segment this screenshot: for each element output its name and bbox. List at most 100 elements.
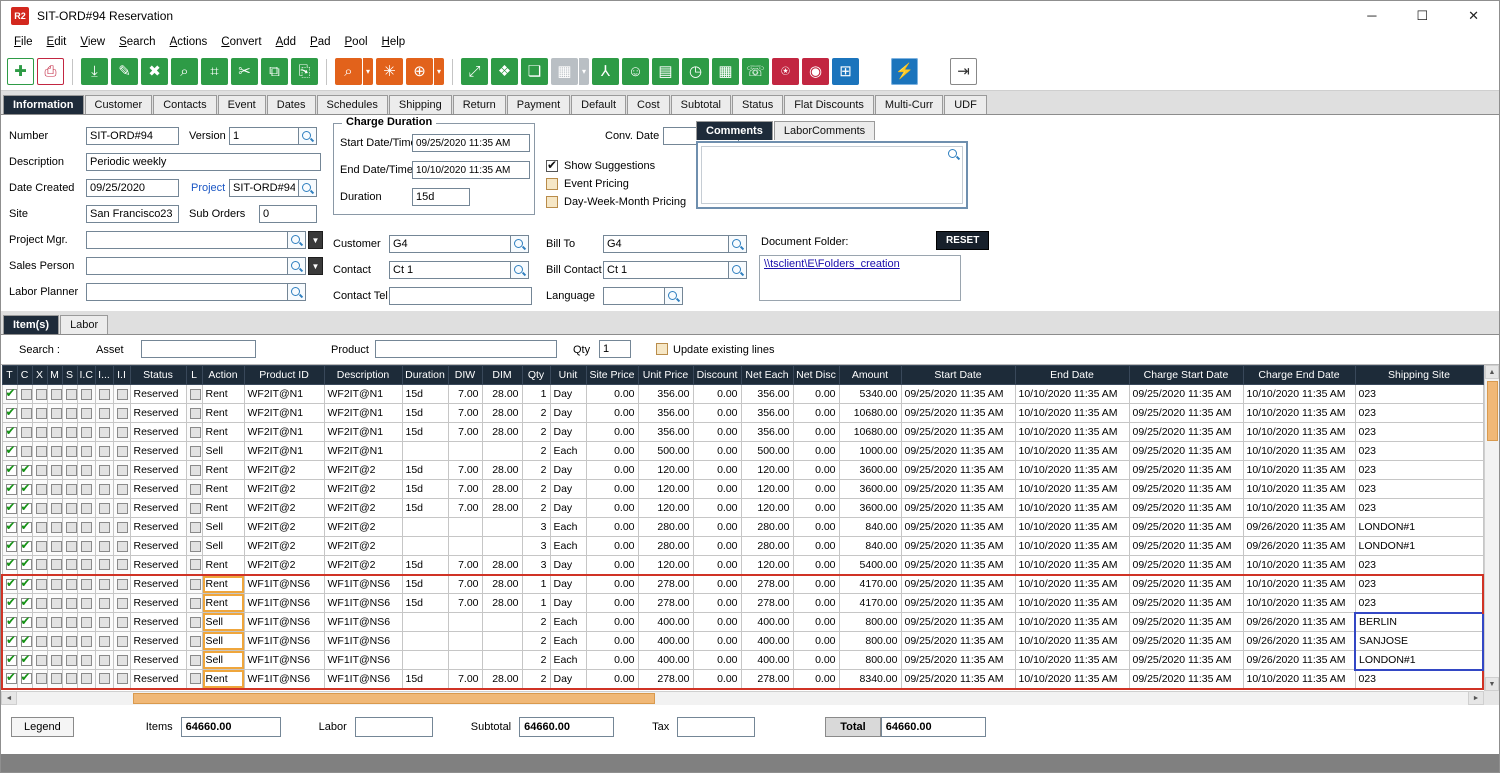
cell-dim[interactable] [482,632,522,651]
cell-diw[interactable] [448,442,482,461]
column-header-s[interactable]: S [62,366,77,385]
row-checkbox-x[interactable] [36,655,47,666]
quick-search-icon[interactable]: ⌕ [335,58,362,85]
cell-product-id[interactable]: WF2IT@2 [244,518,324,537]
cell-duration[interactable] [402,442,448,461]
power-icon[interactable]: ⚡ [891,58,918,85]
cell-charge-start-date[interactable]: 09/25/2020 11:35 AM [1129,613,1243,632]
cell-diw[interactable]: 7.00 [448,461,482,480]
cell-start-date[interactable]: 09/25/2020 11:35 AM [901,461,1015,480]
cell-start-date[interactable]: 09/25/2020 11:35 AM [901,537,1015,556]
cell-site-price[interactable]: 0.00 [586,385,638,404]
row-checkbox-s[interactable] [66,484,77,495]
quick-search-dropdown[interactable]: ▾ [363,58,373,85]
delete-icon[interactable]: ✖ [141,58,168,85]
cell-description[interactable]: WF1IT@NS6 [324,670,402,689]
event-pricing-checkbox[interactable] [546,178,558,190]
row-checkbox-m[interactable] [51,465,62,476]
duration-input[interactable] [412,188,470,206]
cell-status[interactable]: Reserved [130,594,186,613]
substitute-items-icon[interactable]: ✳ [376,58,403,85]
cell-product-id[interactable]: WF2IT@N1 [244,442,324,461]
horizontal-scrollbar[interactable]: ◄ ► [1,691,1499,705]
cell-qty[interactable]: 3 [522,537,550,556]
cell-status[interactable]: Reserved [130,385,186,404]
column-header-unit-price[interactable]: Unit Price [638,366,693,385]
horizontal-scroll-track[interactable] [17,691,1468,705]
paste-icon[interactable]: ⎘ [291,58,318,85]
cell-action[interactable]: Sell [202,613,244,632]
row-checkbox-t[interactable] [6,673,17,684]
row-checkbox-i-i[interactable] [117,541,128,552]
cell-duration[interactable] [402,537,448,556]
cell-status[interactable]: Reserved [130,537,186,556]
cell-charge-end-date[interactable]: 10/10/2020 11:35 AM [1243,385,1355,404]
qty-input[interactable] [599,340,631,358]
tab-item-s[interactable]: Item(s) [3,315,59,334]
cell-site-price[interactable]: 0.00 [586,537,638,556]
cell-charge-end-date[interactable]: 09/26/2020 11:35 AM [1243,632,1355,651]
cell-status[interactable]: Reserved [130,518,186,537]
table-row[interactable]: ReservedSellWF1IT@NS6WF1IT@NS62Each0.004… [2,613,1483,632]
cell-action[interactable]: Sell [202,651,244,670]
table-row[interactable]: ReservedRentWF1IT@NS6WF1IT@NS615d7.0028.… [2,575,1483,594]
row-checkbox-i[interactable] [99,408,110,419]
cell-net-each[interactable]: 356.00 [741,385,793,404]
column-header-diw[interactable]: DIW [448,366,482,385]
row-checkbox-s[interactable] [66,389,77,400]
cell-end-date[interactable]: 10/10/2020 11:35 AM [1015,556,1129,575]
cell-discount[interactable]: 0.00 [693,499,741,518]
scroll-up-icon[interactable]: ▲ [1485,365,1499,379]
row-checkbox-m[interactable] [51,617,62,628]
menu-item-pool[interactable]: Pool [338,34,375,50]
row-checkbox-i-i[interactable] [117,673,128,684]
cell-shipping-site[interactable]: LONDON#1 [1355,651,1483,670]
row-checkbox-l[interactable] [190,617,201,628]
cell-qty[interactable]: 2 [522,442,550,461]
row-checkbox-s[interactable] [66,446,77,457]
cell-discount[interactable]: 0.00 [693,575,741,594]
cell-duration[interactable]: 15d [402,385,448,404]
cell-dim[interactable]: 28.00 [482,385,522,404]
row-checkbox-c[interactable] [21,427,32,438]
cell-action[interactable]: Rent [202,423,244,442]
cell-start-date[interactable]: 09/25/2020 11:35 AM [901,404,1015,423]
column-header-m[interactable]: M [47,366,62,385]
row-checkbox-i[interactable] [99,559,110,570]
cell-dim[interactable] [482,442,522,461]
cell-start-date[interactable]: 09/25/2020 11:35 AM [901,499,1015,518]
cell-product-id[interactable]: WF2IT@N1 [244,385,324,404]
row-checkbox-s[interactable] [66,673,77,684]
cell-start-date[interactable]: 09/25/2020 11:35 AM [901,423,1015,442]
row-checkbox-t[interactable] [6,465,17,476]
column-header-discount[interactable]: Discount [693,366,741,385]
cell-charge-start-date[interactable]: 09/25/2020 11:35 AM [1129,594,1243,613]
cell-duration[interactable] [402,632,448,651]
cell-end-date[interactable]: 10/10/2020 11:35 AM [1015,480,1129,499]
cell-unit[interactable]: Day [550,499,586,518]
cell-start-date[interactable]: 09/25/2020 11:35 AM [901,385,1015,404]
row-checkbox-m[interactable] [51,427,62,438]
cell-status[interactable]: Reserved [130,651,186,670]
cell-unit[interactable]: Day [550,556,586,575]
table-row[interactable]: ReservedRentWF2IT@2WF2IT@215d7.0028.002D… [2,499,1483,518]
cell-discount[interactable]: 0.00 [693,518,741,537]
cell-description[interactable]: WF2IT@N1 [324,404,402,423]
cell-unit[interactable]: Day [550,461,586,480]
row-checkbox-c[interactable] [21,673,32,684]
menu-item-edit[interactable]: Edit [40,34,74,50]
cell-diw[interactable]: 7.00 [448,575,482,594]
project-search-button[interactable] [298,179,317,197]
cell-charge-start-date[interactable]: 09/25/2020 11:35 AM [1129,575,1243,594]
cell-product-id[interactable]: WF2IT@2 [244,461,324,480]
cell-unit-price[interactable]: 356.00 [638,423,693,442]
row-checkbox-s[interactable] [66,579,77,590]
cell-discount[interactable]: 0.00 [693,404,741,423]
cell-start-date[interactable]: 09/25/2020 11:35 AM [901,575,1015,594]
number-input[interactable] [86,127,179,145]
row-checkbox-m[interactable] [51,636,62,647]
row-checkbox-l[interactable] [190,389,201,400]
cell-dim[interactable]: 28.00 [482,423,522,442]
row-checkbox-l[interactable] [190,559,201,570]
cell-unit[interactable]: Each [550,537,586,556]
